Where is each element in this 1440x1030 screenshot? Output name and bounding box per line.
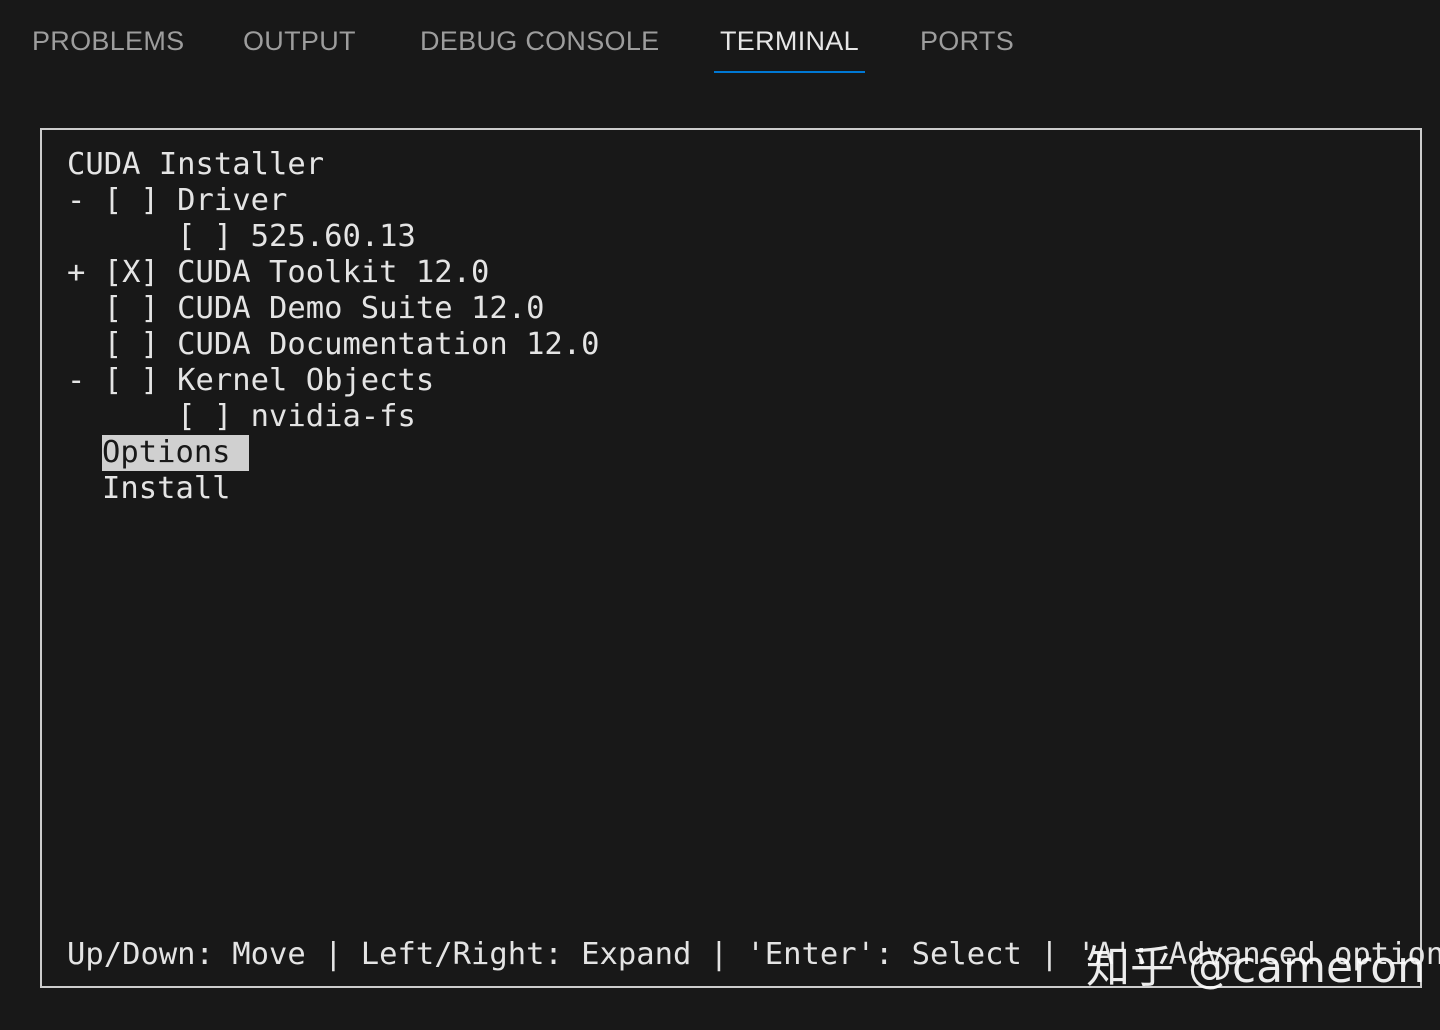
tree-item-cuda-toolkit[interactable]: + [X] CUDA Toolkit 12.0 <box>67 255 489 291</box>
tab-debug-console[interactable]: DEBUG CONSOLE <box>420 26 659 74</box>
tab-terminal[interactable]: TERMINAL <box>714 26 865 74</box>
tree-item-driver[interactable]: - [ ] Driver <box>67 183 287 219</box>
tab-problems[interactable]: PROBLEMS <box>32 26 184 74</box>
tree-item-driver-version[interactable]: [ ] 525.60.13 <box>67 219 416 255</box>
tree-item-nvidia-fs[interactable]: [ ] nvidia-fs <box>67 399 416 435</box>
installer-title: CUDA Installer <box>67 147 325 182</box>
install-menu-item[interactable]: Install <box>102 471 231 507</box>
tab-terminal-label: TERMINAL <box>720 26 859 56</box>
tree-item-cuda-documentation[interactable]: [ ] CUDA Documentation 12.0 <box>67 327 600 363</box>
options-menu-item[interactable]: Options <box>102 435 249 471</box>
watermark: 知乎 @cameron <box>1086 942 1426 993</box>
panel-tab-bar: PROBLEMS OUTPUT DEBUG CONSOLE TERMINAL P… <box>0 0 1440 90</box>
tab-ports[interactable]: PORTS <box>920 26 1014 74</box>
active-tab-indicator <box>714 71 865 73</box>
tab-output[interactable]: OUTPUT <box>243 26 356 74</box>
tree-item-kernel-objects[interactable]: - [ ] Kernel Objects <box>67 363 434 399</box>
tree-item-cuda-demo-suite[interactable]: [ ] CUDA Demo Suite 12.0 <box>67 291 545 327</box>
